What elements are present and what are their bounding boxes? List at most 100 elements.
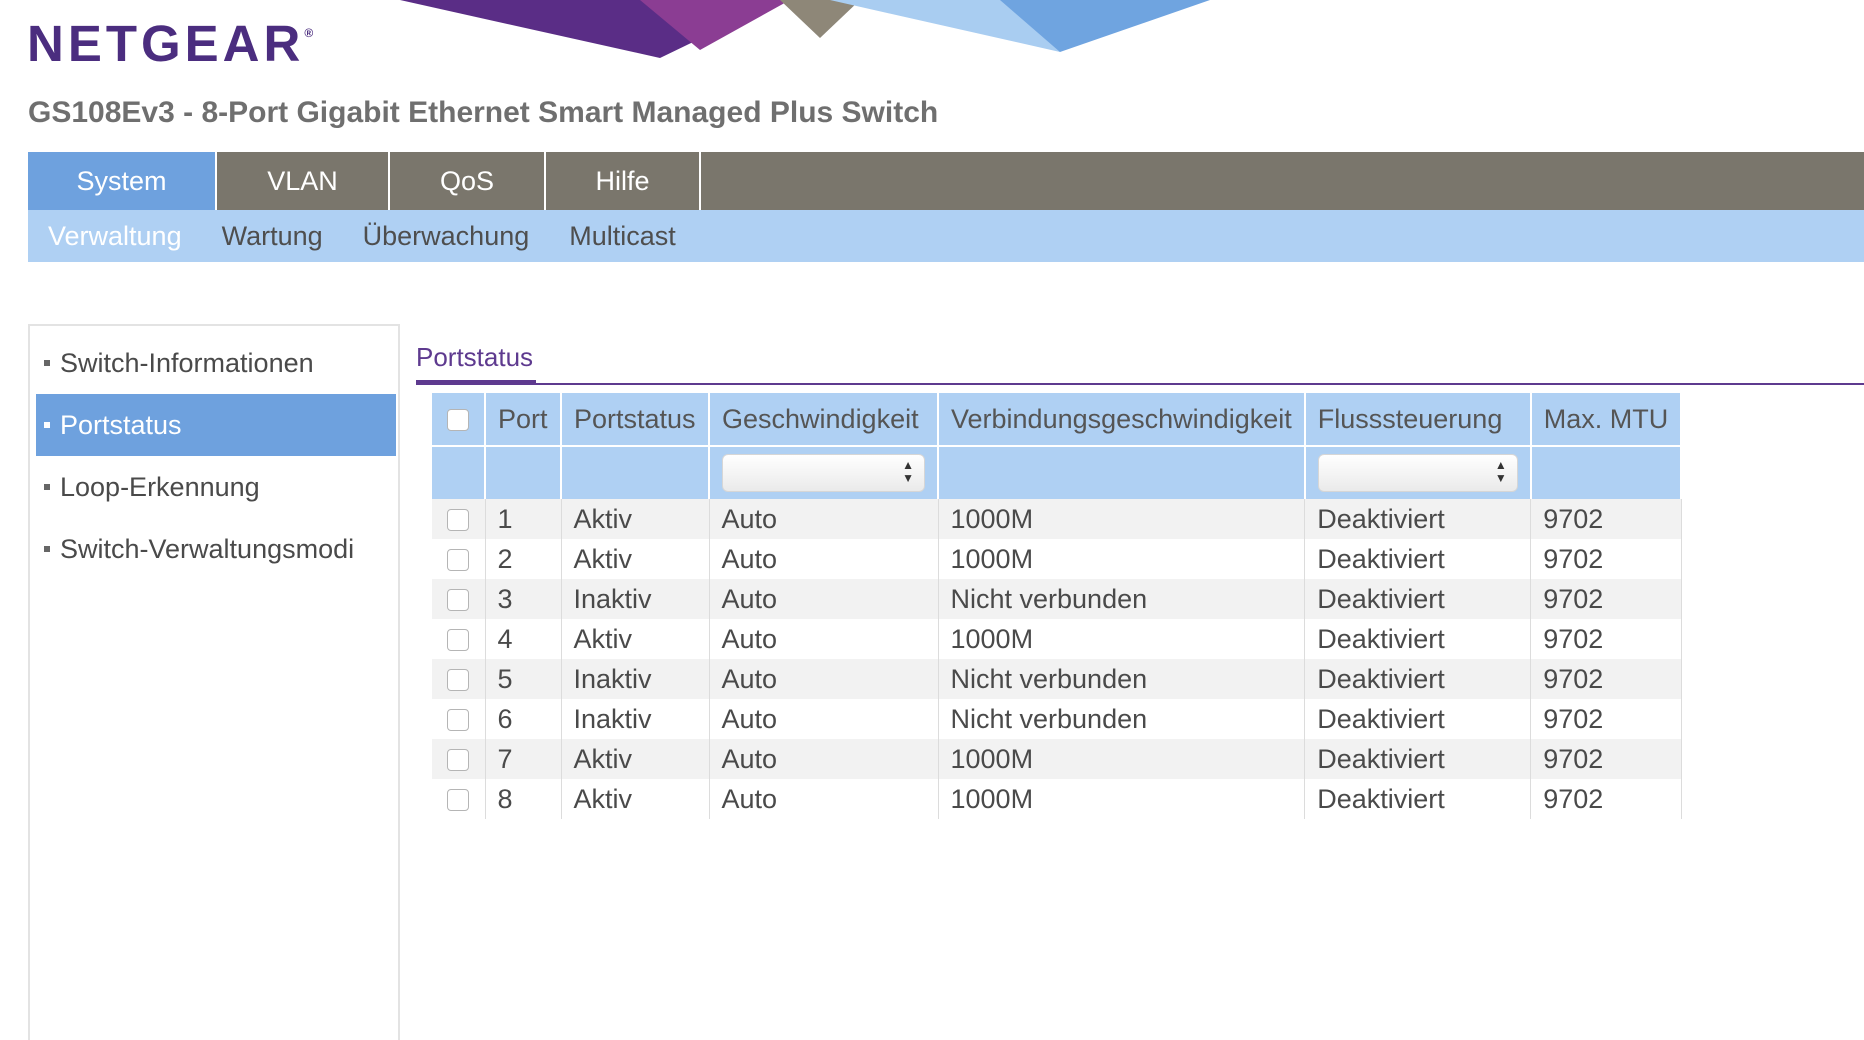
row-checkbox[interactable] [447, 549, 470, 572]
cell-speed: Auto [709, 659, 939, 699]
subnav-verwaltung[interactable]: Verwaltung [48, 221, 182, 252]
cell-status: Inaktiv [561, 579, 710, 619]
cell-status: Aktiv [561, 499, 710, 539]
cell-port: 8 [485, 779, 562, 819]
subnav-ueberwachung[interactable]: Überwachung [363, 221, 530, 252]
row-checkbox[interactable] [447, 709, 470, 732]
cell-status: Inaktiv [561, 659, 710, 699]
cell-flow-control: Deaktiviert [1304, 579, 1532, 619]
row-checkbox[interactable] [447, 589, 470, 612]
row-checkbox[interactable] [447, 669, 470, 692]
column-header-max-mtu: Max. MTU [1530, 393, 1683, 446]
cell-status: Aktiv [561, 779, 710, 819]
select-arrows-icon: ▲ ▼ [1494, 458, 1507, 485]
cell-speed: Auto [709, 539, 939, 579]
section-title-underline [416, 380, 536, 384]
cell-port: 1 [485, 499, 562, 539]
tab-vlan[interactable]: VLAN [217, 152, 390, 210]
cell-link-speed: 1000M [938, 499, 1306, 539]
sub-nav: Verwaltung Wartung Überwachung Multicast [28, 210, 1864, 262]
flow-control-select[interactable]: ▲ ▼ [1317, 454, 1518, 492]
select-all-header [432, 393, 486, 446]
bullet-icon [44, 421, 50, 428]
cell-mtu: 9702 [1530, 539, 1682, 579]
table-row: 3 Inaktiv Auto Nicht verbunden Deaktivie… [432, 579, 1682, 619]
table-edit-row: ▲ ▼ ▲ ▼ [432, 445, 1683, 499]
netgear-logo: NETGEAR® [27, 15, 314, 72]
cell-status: Aktiv [561, 619, 710, 659]
cell-mtu: 9702 [1530, 739, 1682, 779]
tab-hilfe[interactable]: Hilfe [546, 152, 701, 210]
section-divider [416, 383, 1864, 385]
sidebar: Switch-Informationen Portstatus Loop-Erk… [28, 324, 400, 1040]
speed-select[interactable]: ▲ ▼ [722, 454, 925, 492]
table-row: 2 Aktiv Auto 1000M Deaktiviert 9702 [432, 539, 1682, 579]
cell-mtu: 9702 [1530, 499, 1682, 539]
cell-speed: Auto [709, 499, 939, 539]
column-header-port: Port [485, 393, 562, 446]
tab-qos[interactable]: QoS [390, 152, 546, 210]
row-checkbox[interactable] [447, 749, 470, 772]
cell-port: 7 [485, 739, 562, 779]
cell-port: 2 [485, 539, 562, 579]
cell-flow-control: Deaktiviert [1304, 539, 1532, 579]
column-header-geschwindigkeit: Geschwindigkeit [709, 393, 939, 446]
row-checkbox[interactable] [447, 789, 470, 812]
bullet-icon [44, 545, 50, 552]
tab-system[interactable]: System [28, 152, 217, 210]
cell-link-speed: 1000M [938, 619, 1306, 659]
cell-flow-control: Deaktiviert [1304, 739, 1532, 779]
sidebar-item-label: Portstatus [60, 410, 182, 440]
cell-mtu: 9702 [1530, 579, 1682, 619]
cell-mtu: 9702 [1530, 659, 1682, 699]
sidebar-item-switch-verwaltungsmodi[interactable]: Switch-Verwaltungsmodi [36, 518, 396, 580]
cell-speed: Auto [709, 579, 939, 619]
bullet-icon [44, 483, 50, 490]
cell-flow-control: Deaktiviert [1304, 619, 1532, 659]
cell-speed: Auto [709, 779, 939, 819]
cell-link-speed: Nicht verbunden [938, 699, 1306, 739]
cell-speed: Auto [709, 619, 939, 659]
table-row: 8 Aktiv Auto 1000M Deaktiviert 9702 [432, 779, 1682, 819]
cell-speed: Auto [709, 699, 939, 739]
table-row: 1 Aktiv Auto 1000M Deaktiviert 9702 [432, 499, 1682, 539]
column-header-verbindungsgeschwindigkeit: Verbindungsgeschwindigkeit [938, 393, 1306, 446]
cell-link-speed: Nicht verbunden [938, 579, 1306, 619]
sidebar-item-portstatus[interactable]: Portstatus [36, 394, 396, 456]
select-arrows-icon: ▲ ▼ [902, 458, 914, 485]
cell-flow-control: Deaktiviert [1304, 699, 1532, 739]
cell-port: 6 [485, 699, 562, 739]
main-nav: System VLAN QoS Hilfe [28, 152, 1864, 210]
cell-link-speed: 1000M [938, 539, 1306, 579]
cell-status: Aktiv [561, 739, 710, 779]
sidebar-item-loop-erkennung[interactable]: Loop-Erkennung [36, 456, 396, 518]
subnav-multicast[interactable]: Multicast [569, 221, 676, 252]
cell-mtu: 9702 [1530, 619, 1682, 659]
cell-mtu: 9702 [1530, 699, 1682, 739]
cell-port: 3 [485, 579, 562, 619]
row-checkbox[interactable] [447, 629, 470, 652]
sidebar-item-switch-informationen[interactable]: Switch-Informationen [36, 332, 396, 394]
table-row: 7 Aktiv Auto 1000M Deaktiviert 9702 [432, 739, 1682, 779]
cell-mtu: 9702 [1530, 779, 1682, 819]
cell-port: 5 [485, 659, 562, 699]
table-row: 4 Aktiv Auto 1000M Deaktiviert 9702 [432, 619, 1682, 659]
row-checkbox[interactable] [447, 509, 470, 532]
cell-flow-control: Deaktiviert [1304, 779, 1532, 819]
sidebar-item-label: Loop-Erkennung [60, 472, 260, 502]
table-row: 5 Inaktiv Auto Nicht verbunden Deaktivie… [432, 659, 1682, 699]
column-header-flusssteuerung: Flusssteuerung [1304, 393, 1532, 446]
cell-status: Aktiv [561, 539, 710, 579]
cell-link-speed: 1000M [938, 739, 1306, 779]
cell-status: Inaktiv [561, 699, 710, 739]
sidebar-item-label: Switch-Verwaltungsmodi [60, 534, 355, 564]
subnav-wartung[interactable]: Wartung [222, 221, 323, 252]
product-title: GS108Ev3 - 8-Port Gigabit Ethernet Smart… [28, 96, 939, 129]
select-all-checkbox[interactable] [447, 409, 469, 432]
cell-link-speed: 1000M [938, 779, 1306, 819]
section-title: Portstatus [416, 342, 534, 372]
sidebar-item-label: Switch-Informationen [60, 348, 314, 378]
port-status-table: Port Portstatus Geschwindigkeit Verbindu… [432, 393, 1683, 819]
cell-port: 4 [485, 619, 562, 659]
column-header-portstatus: Portstatus [561, 393, 710, 446]
